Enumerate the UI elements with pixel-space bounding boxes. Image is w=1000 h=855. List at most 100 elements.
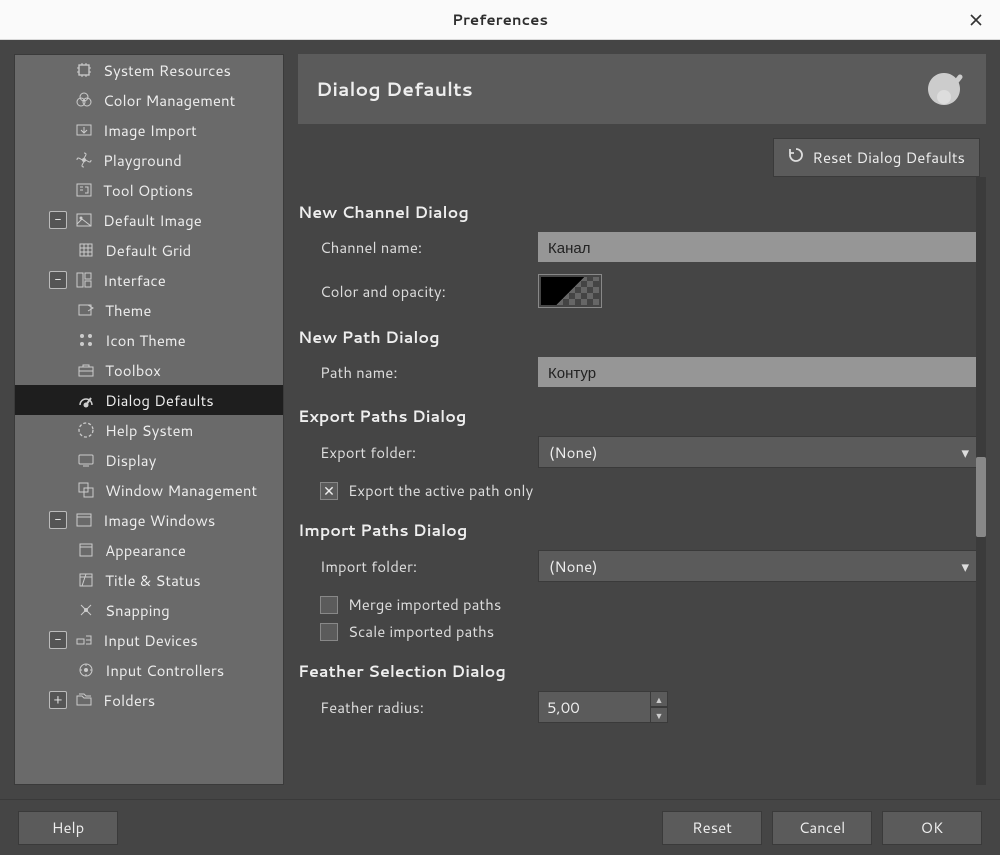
sidebar-item-input-controllers[interactable]: Input Controllers [15, 655, 283, 685]
sidebar-item-theme[interactable]: Theme [15, 295, 283, 325]
input-icon [73, 629, 95, 651]
tree-expander-icon[interactable]: - [49, 511, 67, 529]
controller-icon [75, 659, 97, 681]
reset-button[interactable]: Reset [662, 811, 762, 845]
color-opacity-swatch[interactable] [538, 274, 602, 308]
sidebar-item-display[interactable]: Display [15, 445, 283, 475]
sidebar-item-label: Input Devices [103, 630, 198, 651]
sidebar-item-image-import[interactable]: Image Import [15, 115, 283, 145]
main-panel: Dialog Defaults Reset Dialog Defaults Ne… [298, 54, 986, 785]
folders-icon [73, 689, 95, 711]
sidebar-item-input-devices[interactable]: - Input Devices [15, 625, 283, 655]
label-path-name: Path name: [298, 362, 538, 383]
sidebar-item-default-grid[interactable]: Default Grid [15, 235, 283, 265]
checkbox-scale-imported[interactable] [320, 623, 338, 641]
sidebar-item-window-management[interactable]: Window Management [15, 475, 283, 505]
reset-dialog-defaults-button[interactable]: Reset Dialog Defaults [773, 138, 980, 177]
tree-expander-icon[interactable]: - [49, 211, 67, 229]
ok-button[interactable]: OK [882, 811, 982, 845]
image-icon [73, 209, 95, 231]
sidebar-item-label: Default Grid [105, 240, 191, 261]
checkbox-export-active-only[interactable]: ✕ [320, 482, 338, 500]
label-channel-name: Channel name: [298, 237, 538, 258]
sidebar-item-image-windows[interactable]: -Image Windows [15, 505, 283, 535]
sidebar-item-snapping[interactable]: Snapping [15, 595, 283, 625]
sidebar-item-label: Default Image [103, 210, 202, 231]
snap-icon [75, 599, 97, 621]
preferences-sidebar[interactable]: System Resources Color Management Image Im… [14, 54, 284, 785]
sidebar-item-default-image[interactable]: - Default Image [15, 205, 283, 235]
sidebar-item-tool-options[interactable]: Tool Options [15, 175, 283, 205]
footer-right: Reset Cancel OK [662, 811, 982, 845]
scrollbar-thumb[interactable] [976, 457, 986, 537]
tree-expander-icon[interactable]: + [49, 691, 67, 709]
sidebar-item-help-system[interactable]: Help System [15, 415, 283, 445]
spinner-up-button[interactable]: ▲ [650, 691, 668, 707]
label-import-folder: Import folder: [298, 556, 538, 577]
tree-expander-icon[interactable]: - [49, 271, 67, 289]
sidebar-item-label: Theme [105, 300, 151, 321]
sidebar-item-folders[interactable]: + Folders [15, 685, 283, 715]
input-channel-name[interactable] [538, 232, 980, 262]
spinner-feather-value[interactable]: 5,00 [538, 691, 650, 723]
sidebar-item-label: Title & Status [105, 570, 201, 591]
circles-icon [73, 89, 95, 111]
row-channel-color: Color and opacity: [298, 274, 980, 308]
title-icon [75, 569, 97, 591]
help-button[interactable]: Help [18, 811, 118, 845]
chevron-down-icon: ▾ [961, 442, 969, 463]
sidebar-item-icon-theme[interactable]: Icon Theme [15, 325, 283, 355]
section-import-paths: Import Paths Dialog [298, 519, 980, 542]
close-button[interactable] [966, 10, 986, 30]
sidebar-item-label: Tool Options [103, 180, 193, 201]
label-merge-imported: Merge imported paths [348, 594, 501, 615]
sidebar-item-system-resources[interactable]: System Resources [15, 55, 283, 85]
sidebar-item-title-status[interactable]: Title & Status [15, 565, 283, 595]
fan-icon [73, 149, 95, 171]
row-import-folder: Import folder: (None) ▾ [298, 550, 980, 582]
sidebar-item-appearance[interactable]: Appearance [15, 535, 283, 565]
section-export-paths: Export Paths Dialog [298, 405, 980, 428]
window-title: Preferences [452, 9, 548, 30]
gauge-icon [920, 65, 968, 113]
checkbox-merge-imported[interactable] [320, 596, 338, 614]
sidebar-item-color-management[interactable]: Color Management [15, 85, 283, 115]
tree-expander-icon[interactable]: - [49, 631, 67, 649]
spinner-feather-radius[interactable]: 5,00 ▲ ▼ [538, 691, 668, 723]
select-import-folder-value: (None) [549, 556, 598, 577]
sidebar-item-interface[interactable]: - Interface [15, 265, 283, 295]
sidebar-item-label: Icon Theme [105, 330, 186, 351]
reset-row: Reset Dialog Defaults [298, 124, 986, 177]
grid-icon [75, 239, 97, 261]
row-export-folder: Export folder: (None) ▾ [298, 436, 980, 468]
row-feather-radius: Feather radius: 5,00 ▲ ▼ [298, 691, 980, 723]
row-path-name: Path name: [298, 357, 980, 387]
import-icon [73, 119, 95, 141]
sidebar-item-label: Color Management [103, 90, 235, 111]
reset-dialog-defaults-label: Reset Dialog Defaults [812, 147, 965, 168]
row-scale-imported: Scale imported paths [298, 621, 980, 642]
sidebar-item-label: Interface [103, 270, 166, 291]
form-area: New Channel Dialog Channel name: Color a… [298, 177, 986, 785]
sidebar-item-label: Dialog Defaults [105, 390, 214, 411]
sidebar-item-label: Folders [103, 690, 155, 711]
sidebar-item-label: Display [105, 450, 156, 471]
chevron-down-icon: ▾ [961, 556, 969, 577]
appear-icon [75, 539, 97, 561]
sidebar-item-dialog-defaults[interactable]: Dialog Defaults [15, 385, 283, 415]
label-export-folder: Export folder: [298, 442, 538, 463]
icons-icon [75, 329, 97, 351]
sidebar-item-playground[interactable]: Playground [15, 145, 283, 175]
spinner-down-button[interactable]: ▼ [650, 707, 668, 723]
help-icon [75, 419, 97, 441]
select-export-folder[interactable]: (None) ▾ [538, 436, 980, 468]
gauge-icon [75, 389, 97, 411]
label-channel-color: Color and opacity: [298, 281, 538, 302]
select-import-folder[interactable]: (None) ▾ [538, 550, 980, 582]
sidebar-item-toolbox[interactable]: Toolbox [15, 355, 283, 385]
label-scale-imported: Scale imported paths [348, 621, 494, 642]
row-export-active-only: ✕ Export the active path only [298, 480, 980, 501]
cancel-button[interactable]: Cancel [772, 811, 872, 845]
label-feather-radius: Feather radius: [298, 697, 538, 718]
input-path-name[interactable] [538, 357, 980, 387]
